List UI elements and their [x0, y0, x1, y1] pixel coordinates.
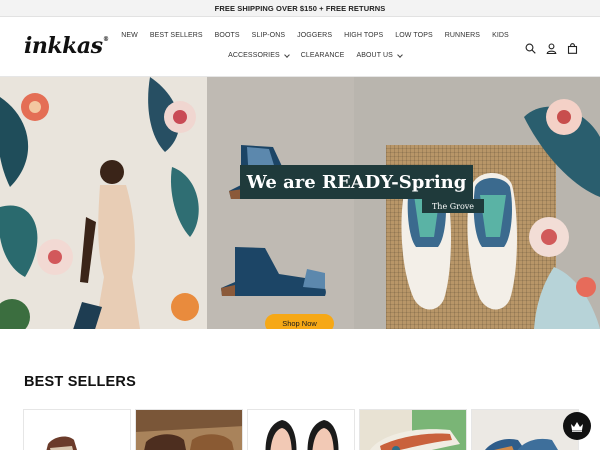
account-icon[interactable] [546, 41, 557, 55]
crown-icon [571, 421, 583, 432]
announcement-text: FREE SHIPPING OVER $150 + FREE RETURNS [214, 3, 386, 13]
nav-item-boots[interactable]: BOOTS [209, 32, 246, 39]
hero-banner[interactable]: We are READY-Spring The Grove Shop Now [0, 77, 600, 329]
brand-logo[interactable]: inkkas ® [24, 33, 109, 59]
shop-now-button[interactable]: Shop Now [265, 314, 334, 329]
product-card[interactable] [23, 409, 131, 450]
main-nav-secondary: ACCESSORIES CLEARANCE ABOUT US [130, 51, 500, 59]
nav-item-accessories[interactable]: ACCESSORIES [222, 51, 295, 59]
chat-launcher-button[interactable] [563, 412, 591, 440]
product-card-list [23, 409, 579, 450]
nav-item-about-us[interactable]: ABOUT US [350, 51, 407, 59]
nav-item-low-tops[interactable]: LOW TOPS [389, 32, 439, 39]
product-card[interactable] [359, 409, 467, 450]
hero-subheadline: The Grove [422, 199, 484, 213]
site-header: inkkas ® NEW BEST SELLERS BOOTS SLIP-ONS … [0, 17, 600, 77]
hero-image-model [0, 77, 207, 329]
chevron-down-icon [397, 51, 403, 58]
hero-image-boots [207, 77, 357, 329]
nav-item-new[interactable]: NEW [115, 32, 144, 39]
nav-item-about-us-label: ABOUT US [356, 52, 393, 59]
chevron-down-icon [283, 51, 290, 58]
cart-icon[interactable] [567, 41, 578, 54]
nav-item-joggers[interactable]: JOGGERS [291, 32, 338, 39]
nav-item-clearance-label: CLEARANCE [300, 52, 345, 59]
nav-item-runners[interactable]: RUNNERS [439, 32, 486, 39]
logo-reg-mark: ® [102, 36, 109, 43]
main-nav-primary: NEW BEST SELLERS BOOTS SLIP-ONS JOGGERS … [121, 32, 509, 39]
search-icon[interactable] [525, 41, 536, 54]
announcement-bar: FREE SHIPPING OVER $150 + FREE RETURNS [0, 0, 600, 17]
hero-headline: We are READY-Spring [240, 165, 473, 199]
nav-item-kids[interactable]: KIDS [486, 32, 515, 39]
product-card[interactable] [135, 409, 243, 450]
nav-item-high-tops[interactable]: HIGH TOPS [338, 32, 389, 39]
nav-item-best-sellers[interactable]: BEST SELLERS [144, 32, 209, 39]
header-icons [525, 41, 578, 55]
product-card[interactable] [247, 409, 355, 450]
nav-item-accessories-label: ACCESSORIES [228, 52, 280, 59]
logo-text: inkkas [24, 33, 103, 59]
nav-item-clearance[interactable]: CLEARANCE [295, 52, 351, 59]
best-sellers-heading: BEST SELLERS [24, 374, 136, 390]
nav-item-slip-ons[interactable]: SLIP-ONS [246, 32, 291, 39]
